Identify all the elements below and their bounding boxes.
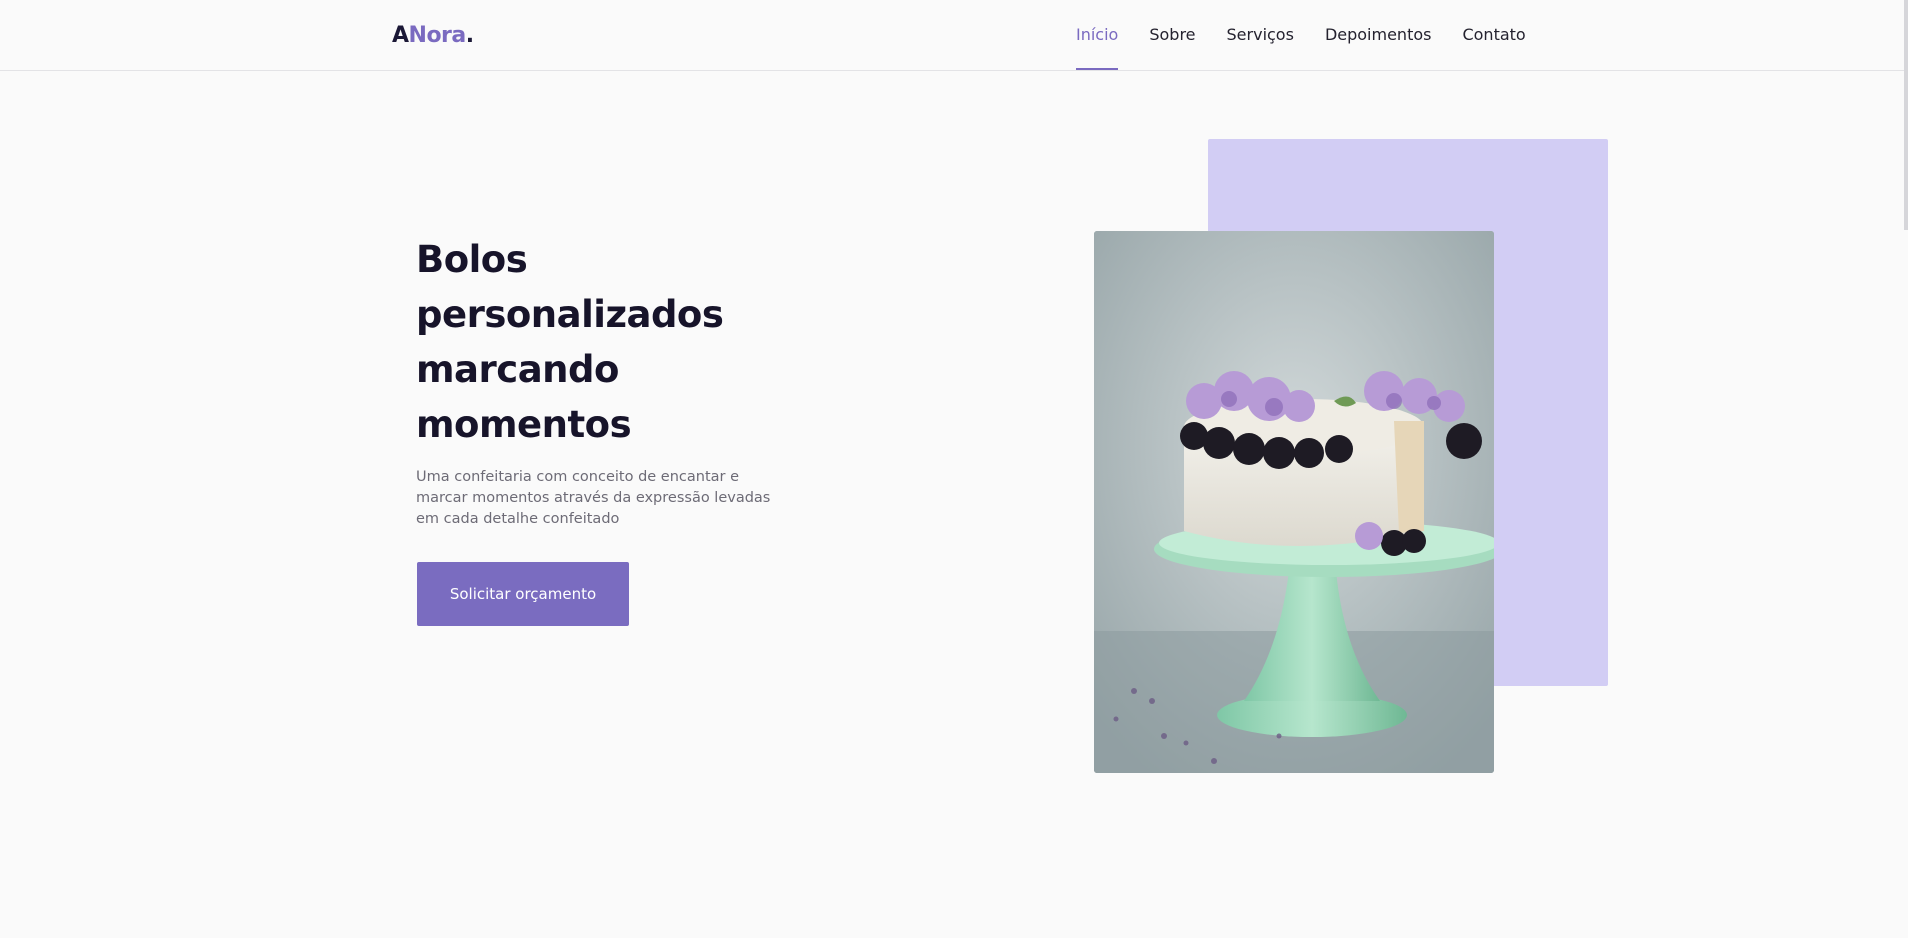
nav-item-inicio[interactable]: Início: [1076, 0, 1119, 70]
hero-description: Uma confeitaria com conceito de encantar…: [416, 469, 771, 527]
hero-title: Bolos personalizados marcando momentos: [416, 238, 724, 446]
nav-item-servicos[interactable]: Serviços: [1227, 0, 1294, 70]
logo-dot: .: [465, 23, 474, 48]
nav-item-sobre[interactable]: Sobre: [1149, 0, 1195, 70]
nav-item-contato[interactable]: Contato: [1462, 0, 1525, 70]
cake-illustration: [1094, 231, 1494, 773]
cake-photo: [1094, 231, 1494, 773]
top-navbar: ANora. Início Sobre Serviços Depoimentos…: [0, 0, 1908, 71]
brand-logo[interactable]: ANora.: [392, 22, 474, 50]
logo-letter: A: [392, 23, 409, 48]
logo-name: Nora: [408, 23, 467, 48]
request-quote-button[interactable]: Solicitar orçamento: [417, 562, 629, 626]
main-nav: Início Sobre Serviços Depoimentos Contat…: [1076, 0, 1526, 70]
nav-item-depoimentos[interactable]: Depoimentos: [1325, 0, 1432, 70]
page-scrollbar[interactable]: [1904, 0, 1908, 230]
